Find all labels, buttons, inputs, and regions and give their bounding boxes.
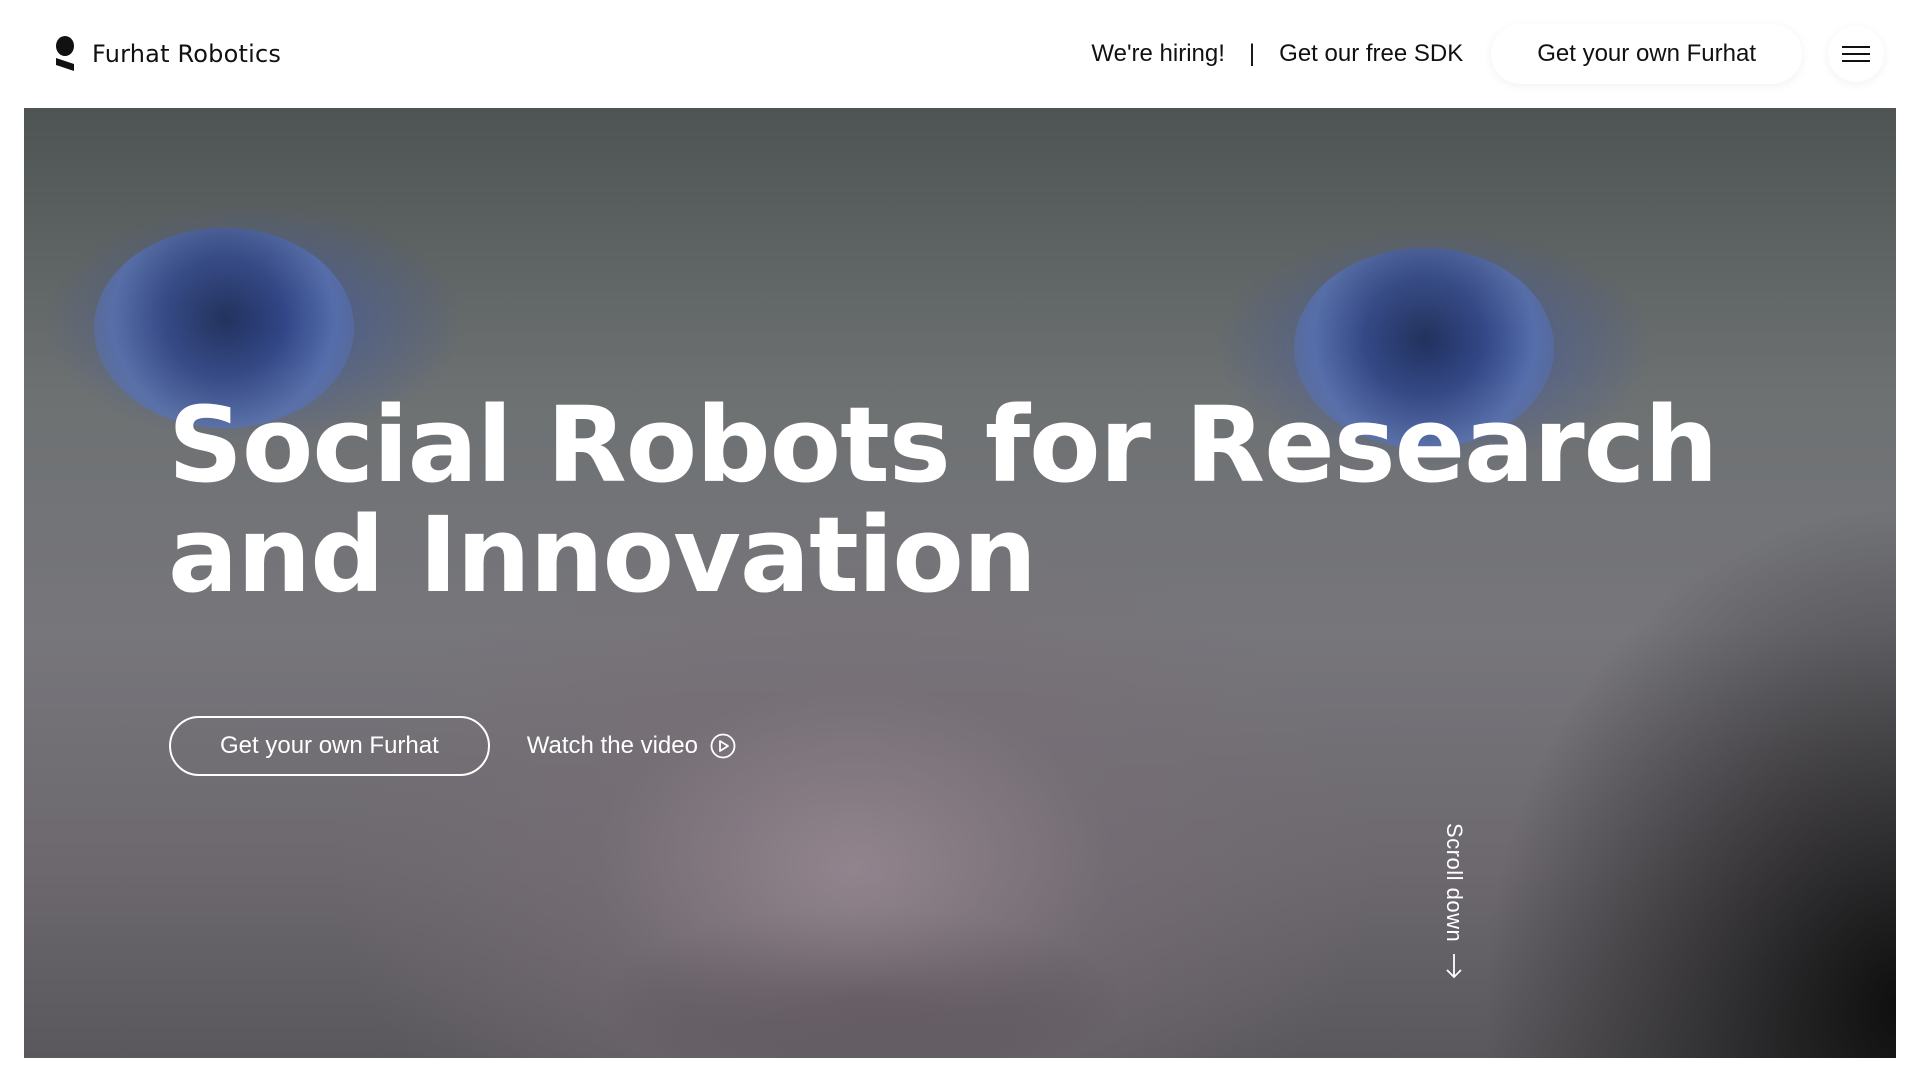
scroll-down-label: Scroll down [1442,823,1467,943]
arrow-down-icon [1446,954,1462,979]
play-circle-icon [710,733,736,759]
scroll-down-link[interactable]: Scroll down [1434,823,1474,980]
hero-actions: Get your own Furhat Watch the video [169,716,736,776]
hero-title: Social Robots for Research and Innovatio… [168,384,1718,616]
get-furhat-nav-label: Get your own Furhat [1537,40,1756,67]
get-furhat-nav-button[interactable]: Get your own Furhat [1491,24,1802,84]
hamburger-menu-icon [1842,46,1870,62]
nav-separator: | [1248,40,1256,67]
hero-section: Social Robots for Research and Innovatio… [24,108,1896,1058]
logo-text: Furhat Robotics [92,40,282,68]
sdk-link[interactable]: Get our free SDK [1279,40,1463,68]
get-furhat-hero-button[interactable]: Get your own Furhat [169,716,490,776]
menu-button[interactable] [1828,26,1884,82]
furhat-logo-icon [56,36,74,71]
get-furhat-hero-label: Get your own Furhat [220,732,439,759]
watch-video-link[interactable]: Watch the video [527,732,736,760]
logo[interactable]: Furhat Robotics [54,36,281,72]
hiring-link[interactable]: We're hiring! [1091,40,1225,68]
site-header: Furhat Robotics We're hiring! | Get our … [0,0,1920,108]
main-nav: We're hiring! | Get our free SDK Get you… [1091,24,1884,84]
watch-video-label: Watch the video [526,732,698,759]
